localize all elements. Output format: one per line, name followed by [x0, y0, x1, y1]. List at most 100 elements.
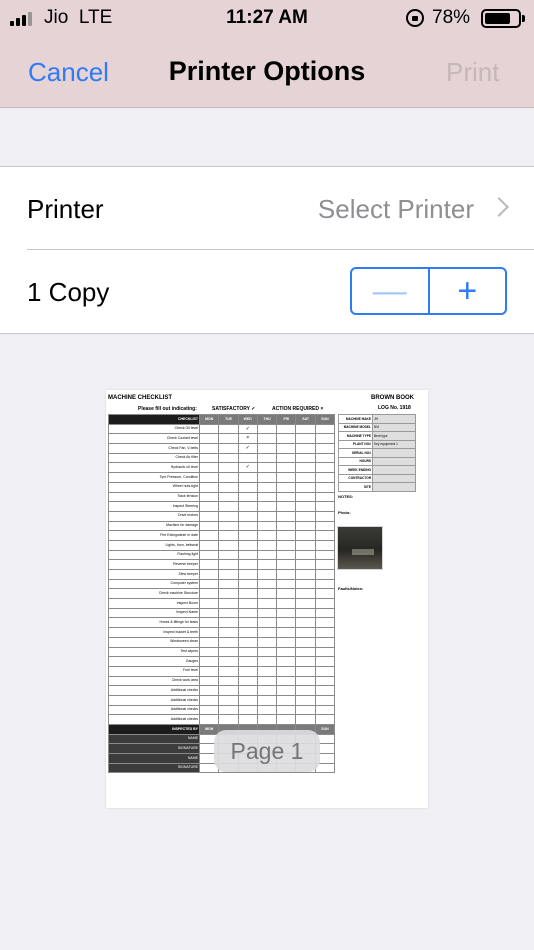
check-cell: [198, 685, 220, 696]
check-cell: [314, 452, 336, 464]
check-cell: [295, 598, 316, 609]
checklist-row: Windscreen clean: [108, 636, 336, 648]
check-cell: [198, 539, 220, 551]
checklist-item-label: Hydraulic oil level: [108, 462, 200, 474]
battery-icon: [481, 9, 521, 28]
day-header-cell: FRI: [276, 414, 297, 425]
check-cell: [276, 694, 297, 706]
check-cell: [218, 578, 239, 590]
check-cell: [218, 452, 239, 464]
check-cell: [295, 559, 316, 570]
check-cell: [295, 539, 316, 551]
check-cell: [295, 704, 316, 716]
check-cell: [295, 675, 316, 687]
info-value: NVI: [372, 422, 416, 432]
check-cell: [198, 433, 220, 445]
checklist-row: Track tension: [108, 491, 336, 503]
check-cell: [218, 607, 239, 619]
check-cell: [218, 685, 239, 696]
check-cell: [198, 491, 220, 503]
copies-stepper[interactable]: — +: [350, 267, 507, 315]
check-cell: [218, 636, 239, 648]
check-mark-cell: [237, 481, 258, 493]
check-cell: [295, 646, 316, 658]
check-mark-cell: [237, 646, 258, 658]
check-cell: [218, 510, 239, 522]
check-mark-cell: [237, 656, 258, 667]
info-row: PLANT NO# Key equipment 1: [338, 439, 416, 449]
checklist-row: Inspect Name: [108, 607, 336, 619]
check-mark-cell: [237, 665, 258, 677]
check-cell: [276, 636, 297, 648]
check-cell: [295, 423, 316, 435]
checklist-item-label: Inspect bucket & teeth: [108, 627, 200, 638]
check-mark-cell: ✓: [237, 462, 258, 474]
check-cell: [198, 530, 220, 541]
check-cell: [256, 472, 278, 483]
checklist-item-label: Additional checks: [108, 685, 200, 696]
print-button[interactable]: Print: [446, 57, 499, 88]
check-cell: [314, 443, 336, 454]
select-printer-value[interactable]: Select Printer: [318, 194, 474, 225]
check-cell: [198, 510, 220, 522]
check-cell: [198, 598, 220, 609]
checklist-row: Fuel level: [108, 665, 336, 677]
check-cell: [295, 665, 316, 677]
checklist-row: Additional checks: [108, 685, 336, 696]
check-cell: [256, 656, 278, 667]
info-row: SERIAL NO#: [338, 448, 416, 458]
checklist-item-label: Flashing light: [108, 549, 200, 561]
increment-button[interactable]: +: [430, 269, 506, 313]
rotation-lock-icon: [406, 9, 424, 27]
check-cell: [256, 675, 278, 687]
navigation-header: Jio LTE 11:27 AM 78% Cancel Printer Opti…: [0, 0, 534, 108]
checklist-row: Slew beeper: [108, 569, 336, 580]
check-cell: [276, 530, 297, 541]
decrement-button[interactable]: —: [352, 269, 430, 313]
check-cell: [256, 549, 278, 561]
check-cell: [295, 685, 316, 696]
check-mark-cell: ✓: [237, 423, 258, 435]
checklist-item-label: Fuel level: [108, 665, 200, 677]
check-cell: [314, 491, 336, 503]
checklist-row: Inspect Steering: [108, 501, 336, 512]
checklist-row: Additional checks: [108, 704, 336, 716]
check-cell: [256, 443, 278, 454]
check-cell: [218, 694, 239, 706]
check-cell: [218, 501, 239, 512]
check-cell: [314, 704, 336, 716]
checklist-row: Check work area: [108, 675, 336, 687]
check-cell: [295, 510, 316, 522]
checklist-header-row: CHECKLIST MON TUE WED THU FRI SAT SUN: [108, 414, 336, 425]
check-cell: [198, 559, 220, 570]
info-row: SITE: [338, 482, 416, 492]
signature-row-label: SIGNATURE: [108, 762, 200, 774]
check-mark-cell: [237, 588, 258, 600]
chevron-right-icon[interactable]: [489, 197, 509, 217]
checklist-item-label: Lights, horn, beltseat: [108, 539, 200, 551]
check-cell: [256, 423, 278, 435]
checklist-row: Flashing light: [108, 549, 336, 561]
check-cell: [276, 714, 297, 725]
info-label: PLANT NO#: [338, 439, 373, 449]
day-header-cell: TUE: [218, 414, 239, 425]
check-cell: [295, 656, 316, 667]
check-mark-cell: [237, 510, 258, 522]
check-cell: [276, 578, 297, 590]
check-cell: [198, 675, 220, 687]
check-cell: [276, 598, 297, 609]
check-cell: [314, 656, 336, 667]
check-mark-cell: [237, 694, 258, 706]
check-cell: [198, 617, 220, 629]
check-cell: [276, 433, 297, 445]
check-cell: [295, 481, 316, 493]
satisfactory-legend: SATISFACTORY ✓: [212, 406, 256, 412]
check-cell: [218, 472, 239, 483]
printer-label: Printer: [27, 194, 104, 224]
day-header-cell: THU: [256, 414, 278, 425]
check-cell: [276, 704, 297, 716]
check-cell: [276, 675, 297, 687]
check-cell: [218, 423, 239, 435]
document-log-number: LOG No. 1918: [378, 405, 411, 411]
check-cell: [198, 704, 220, 716]
